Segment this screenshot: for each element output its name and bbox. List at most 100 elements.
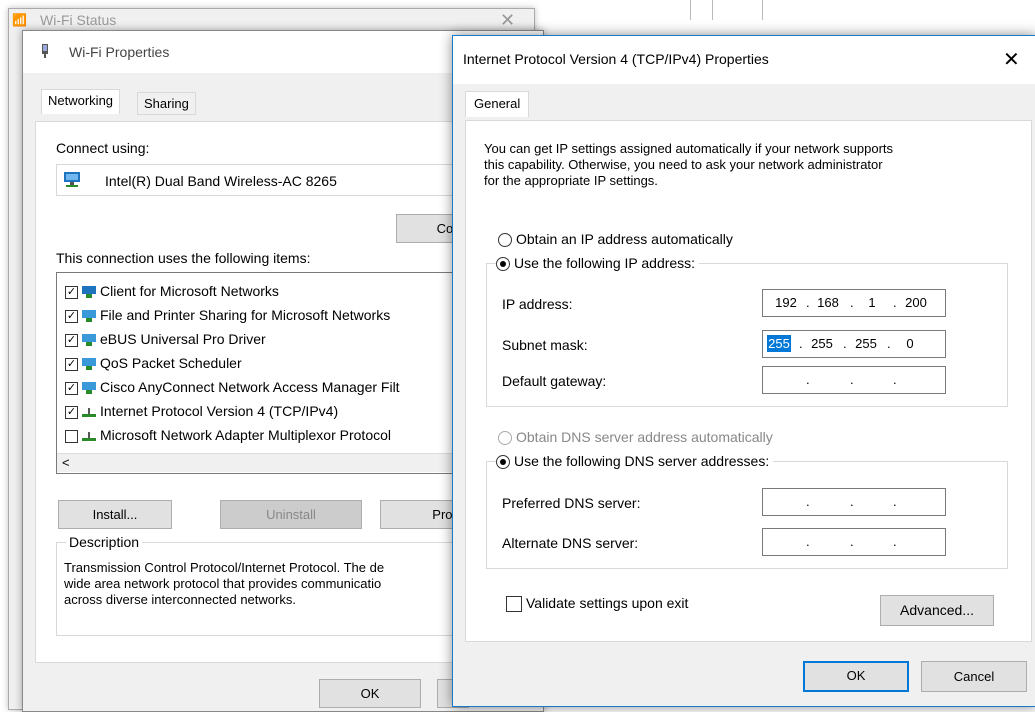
list-item[interactable]: ✓ File and Printer Sharing for Microsoft … [65,307,390,323]
use-following-dns-radio[interactable]: Use the following DNS server addresses: [496,453,774,470]
list-item[interactable]: ✓ Cisco AnyConnect Network Access Manager… [65,379,400,395]
ip-octet[interactable]: 1 [855,295,889,310]
subnet-octet[interactable]: 255 [849,336,883,351]
preferred-dns-label: Preferred DNS server: [502,495,641,511]
horizontal-scrollbar[interactable]: < [57,453,467,472]
item-checkbox[interactable]: ✓ [65,405,78,419]
octet-separator: . [850,534,854,549]
default-gateway-field[interactable]: . . . [762,366,946,394]
list-item[interactable]: ✓ Client for Microsoft Networks [65,283,279,299]
tab-networking[interactable]: Networking [41,89,121,114]
adapter-box: Intel(R) Dual Band Wireless-AC 8265 [56,164,468,196]
networking-panel: Connect using: Intel(R) Dual Band Wirele… [35,121,468,663]
description-line: Transmission Control Protocol/Internet P… [64,560,385,575]
uninstall-button[interactable]: Uninstall [220,500,362,529]
item-checkbox[interactable] [65,429,78,443]
description-line: wide area network protocol that provides… [64,576,382,591]
octet-separator: . [893,534,897,549]
radio-disabled-icon [498,431,512,446]
subnet-octet[interactable]: 255 [805,336,839,351]
ok-button-label: OK [846,668,866,683]
validate-settings-checkbox[interactable]: Validate settings upon exit [506,595,689,613]
use-following-ip-radio[interactable]: Use the following IP address: [496,255,700,272]
list-item-selected[interactable]: ✓ Internet Protocol Version 4 (TCP/IPv4) [65,403,338,419]
item-checkbox[interactable]: ✓ [65,309,78,323]
protocol-icon [82,408,96,418]
wifi-properties-title: Wi-Fi Properties [69,44,170,60]
octet-separator: . [799,336,803,351]
divider [690,0,691,20]
item-checkbox[interactable]: ✓ [65,333,78,347]
octet-separator: . [806,295,810,310]
radio-selected-icon [496,455,510,470]
items-label: This connection uses the following items… [56,250,311,266]
octet-separator: . [806,372,810,387]
tab-sharing[interactable]: Sharing [137,92,196,115]
network-service-icon [82,358,96,371]
ip-octet[interactable]: 200 [899,295,933,310]
background-toolbar [530,0,1035,26]
network-client-icon [82,286,96,299]
item-checkbox[interactable]: ✓ [65,381,78,395]
alternate-dns-label: Alternate DNS server: [502,535,639,551]
validate-settings-label: Validate settings upon exit [526,595,689,611]
use-following-dns-label: Use the following DNS server addresses: [514,453,770,469]
install-button[interactable]: Install... [58,500,172,529]
octet-separator: . [893,295,897,310]
item-label: QoS Packet Scheduler [100,355,242,371]
advanced-button[interactable]: Advanced... [880,595,994,626]
description-line: across diverse interconnected networks. [64,592,296,607]
intro-line: this capability. Otherwise, you need to … [484,157,883,172]
octet-separator: . [850,295,854,310]
list-item[interactable]: ✓ QoS Packet Scheduler [65,355,242,371]
item-checkbox[interactable]: ✓ [65,285,78,299]
item-label: Internet Protocol Version 4 (TCP/IPv4) [100,403,339,419]
ip-address-field[interactable]: 192 . 168 . 1 . 200 [762,289,946,317]
protocol-icon [82,432,96,442]
advanced-button-label: Advanced... [900,602,974,618]
ok-button[interactable]: OK [803,661,909,692]
subnet-octet[interactable]: 0 [893,336,927,351]
ip-octet[interactable]: 192 [769,295,803,310]
ipv4-properties-dialog: Internet Protocol Version 4 (TCP/IPv4) P… [452,35,1035,707]
intro-line: You can get IP settings assigned automat… [484,141,894,156]
radio-icon [498,233,512,248]
wifi-ok-button[interactable]: OK [319,679,421,708]
item-checkbox[interactable]: ✓ [65,357,78,371]
octet-separator: . [806,494,810,509]
item-label: Cisco AnyConnect Network Access Manager … [100,379,400,395]
scroll-left-icon[interactable]: < [62,455,70,470]
general-panel: You can get IP settings assigned automat… [465,120,1032,642]
ipv4-dialog-title: Internet Protocol Version 4 (TCP/IPv4) P… [463,51,769,67]
list-item[interactable]: Microsoft Network Adapter Multiplexor Pr… [65,427,391,443]
ip-octet[interactable]: 168 [811,295,845,310]
tab-general[interactable]: General [465,91,530,117]
item-label: eBUS Universal Pro Driver [100,331,266,347]
components-list[interactable]: ✓ Client for Microsoft Networks ✓ File and… [56,272,468,474]
octet-separator: . [850,494,854,509]
octet-separator: . [887,336,891,351]
octet-separator: . [843,336,847,351]
obtain-dns-auto-label: Obtain DNS server address automatically [516,429,773,445]
close-icon[interactable]: ✕ [1003,47,1020,72]
obtain-ip-auto-radio[interactable]: Obtain an IP address automatically [498,231,733,248]
list-item[interactable]: ✓ eBUS Universal Pro Driver [65,331,266,347]
cancel-button[interactable]: Cancel [921,661,1027,692]
wifi-signal-icon: 📶 [12,13,27,27]
octet-separator: . [893,372,897,387]
obtain-ip-auto-label: Obtain an IP address automatically [516,231,733,247]
subnet-mask-field[interactable]: 255 . 255 . 255 . 0 [762,330,946,358]
item-label: Client for Microsoft Networks [100,283,279,299]
obtain-dns-auto-radio[interactable]: Obtain DNS server address automatically [498,429,773,446]
subnet-octet-selected[interactable]: 255 [767,335,791,352]
ip-address-label: IP address: [502,296,573,312]
network-adapter-icon [64,172,80,187]
preferred-dns-field[interactable]: . . . [762,488,946,516]
ipv4-titlebar: Internet Protocol Version 4 (TCP/IPv4) P… [453,36,1035,84]
alternate-dns-field[interactable]: . . . [762,528,946,556]
use-following-ip-label: Use the following IP address: [514,255,696,271]
wifi-status-title: Wi-Fi Status [40,12,117,28]
install-button-label: Install... [92,507,138,522]
network-service-icon [82,382,96,395]
wifi-status-close-icon[interactable]: ✕ [500,10,515,31]
